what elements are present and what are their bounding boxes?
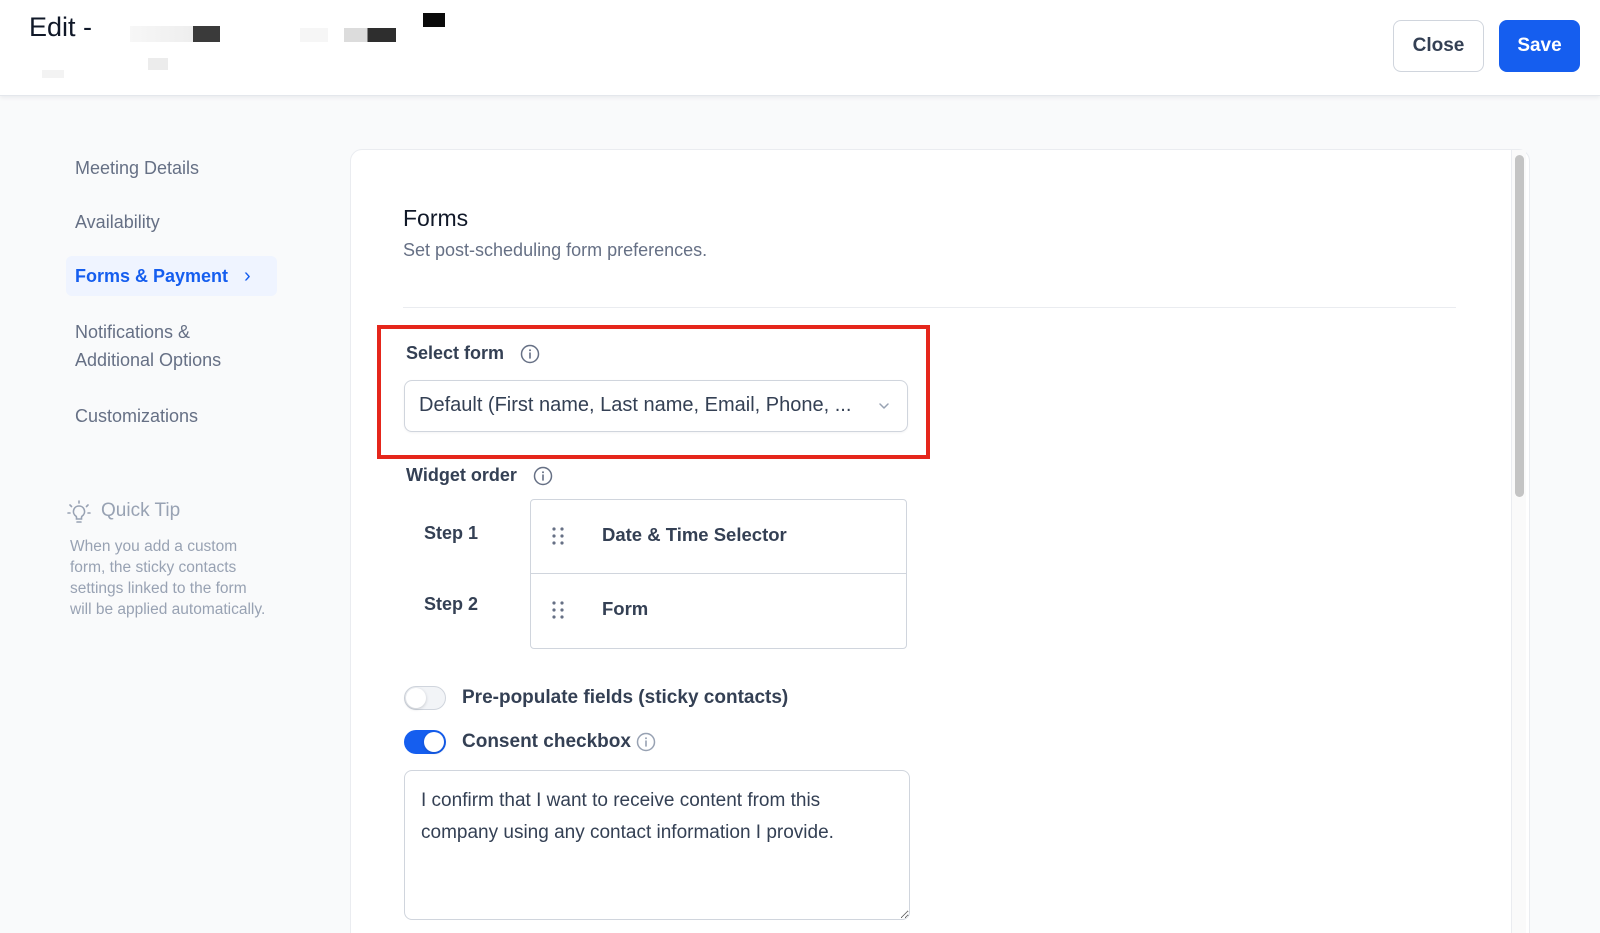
- sidebar-item-notifications[interactable]: Notifications & Additional Options: [75, 318, 221, 374]
- section-subtitle: Set post-scheduling form preferences.: [403, 240, 708, 260]
- select-form-dropdown[interactable]: Default (First name, Last name, Email, P…: [404, 380, 908, 432]
- toggle-knob: [424, 732, 444, 752]
- sidebar-item-label: Notifications &: [75, 322, 191, 342]
- consent-toggle[interactable]: [404, 730, 446, 754]
- section-title: Forms: [403, 205, 469, 231]
- redacted-title-segment: [423, 13, 445, 27]
- lightbulb-icon: [67, 500, 91, 523]
- widget-name: Date & Time Selector: [602, 524, 787, 545]
- sidebar-item-label: Additional Options: [75, 350, 222, 370]
- quick-tip-text: When you add a custom form, the sticky c…: [70, 538, 266, 618]
- drag-handle-icon[interactable]: [551, 526, 565, 546]
- prepopulate-toggle[interactable]: [404, 686, 446, 710]
- close-button[interactable]: Close: [1393, 20, 1484, 72]
- select-form-value: Default (First name, Last name, Email, P…: [419, 394, 852, 416]
- drag-handle-icon[interactable]: [551, 600, 565, 620]
- consent-label: Consent checkbox: [462, 731, 631, 752]
- widget-order-label: Widget order: [406, 465, 517, 485]
- info-icon[interactable]: [636, 732, 656, 752]
- redacted-title-segment: [42, 70, 64, 78]
- page-title: Edit -: [29, 12, 93, 42]
- sidebar-item-forms-payment[interactable]: Forms & Payment ›: [66, 256, 277, 296]
- step-label: Step 1: [424, 523, 479, 543]
- sidebar-item-availability[interactable]: Availability: [75, 208, 160, 236]
- widget-order-list: Date & Time Selector Form: [530, 499, 907, 649]
- sidebar-item-customizations[interactable]: Customizations: [75, 402, 198, 430]
- select-form-label: Select form: [406, 343, 505, 363]
- list-item[interactable]: Date & Time Selector: [531, 500, 906, 574]
- toggle-knob: [406, 688, 426, 708]
- consent-textarea[interactable]: I confirm that I want to receive content…: [404, 770, 910, 920]
- save-button[interactable]: Save: [1499, 20, 1580, 72]
- redacted-title-segment: [344, 28, 396, 42]
- sidebar-item-label: Forms & Payment: [75, 266, 229, 286]
- redacted-title-segment: [148, 58, 168, 70]
- prepopulate-label: Pre-populate fields (sticky contacts): [462, 687, 789, 708]
- list-item[interactable]: Form: [531, 574, 906, 648]
- redacted-title-segment: [300, 28, 328, 42]
- quick-tip-title: Quick Tip: [101, 500, 181, 521]
- chevron-right-icon: ›: [244, 265, 251, 287]
- chevron-down-icon: [879, 403, 889, 409]
- step-label: Step 2: [424, 594, 479, 614]
- sidebar-item-meeting-details[interactable]: Meeting Details: [75, 154, 199, 182]
- section-divider: [403, 307, 1456, 308]
- redacted-title-segment: [130, 26, 220, 42]
- widget-name: Form: [602, 598, 649, 619]
- top-header: Edit - Close Save: [0, 0, 1600, 96]
- info-icon[interactable]: [520, 344, 540, 364]
- info-icon[interactable]: [533, 466, 553, 486]
- scrollbar-thumb[interactable]: [1515, 155, 1524, 497]
